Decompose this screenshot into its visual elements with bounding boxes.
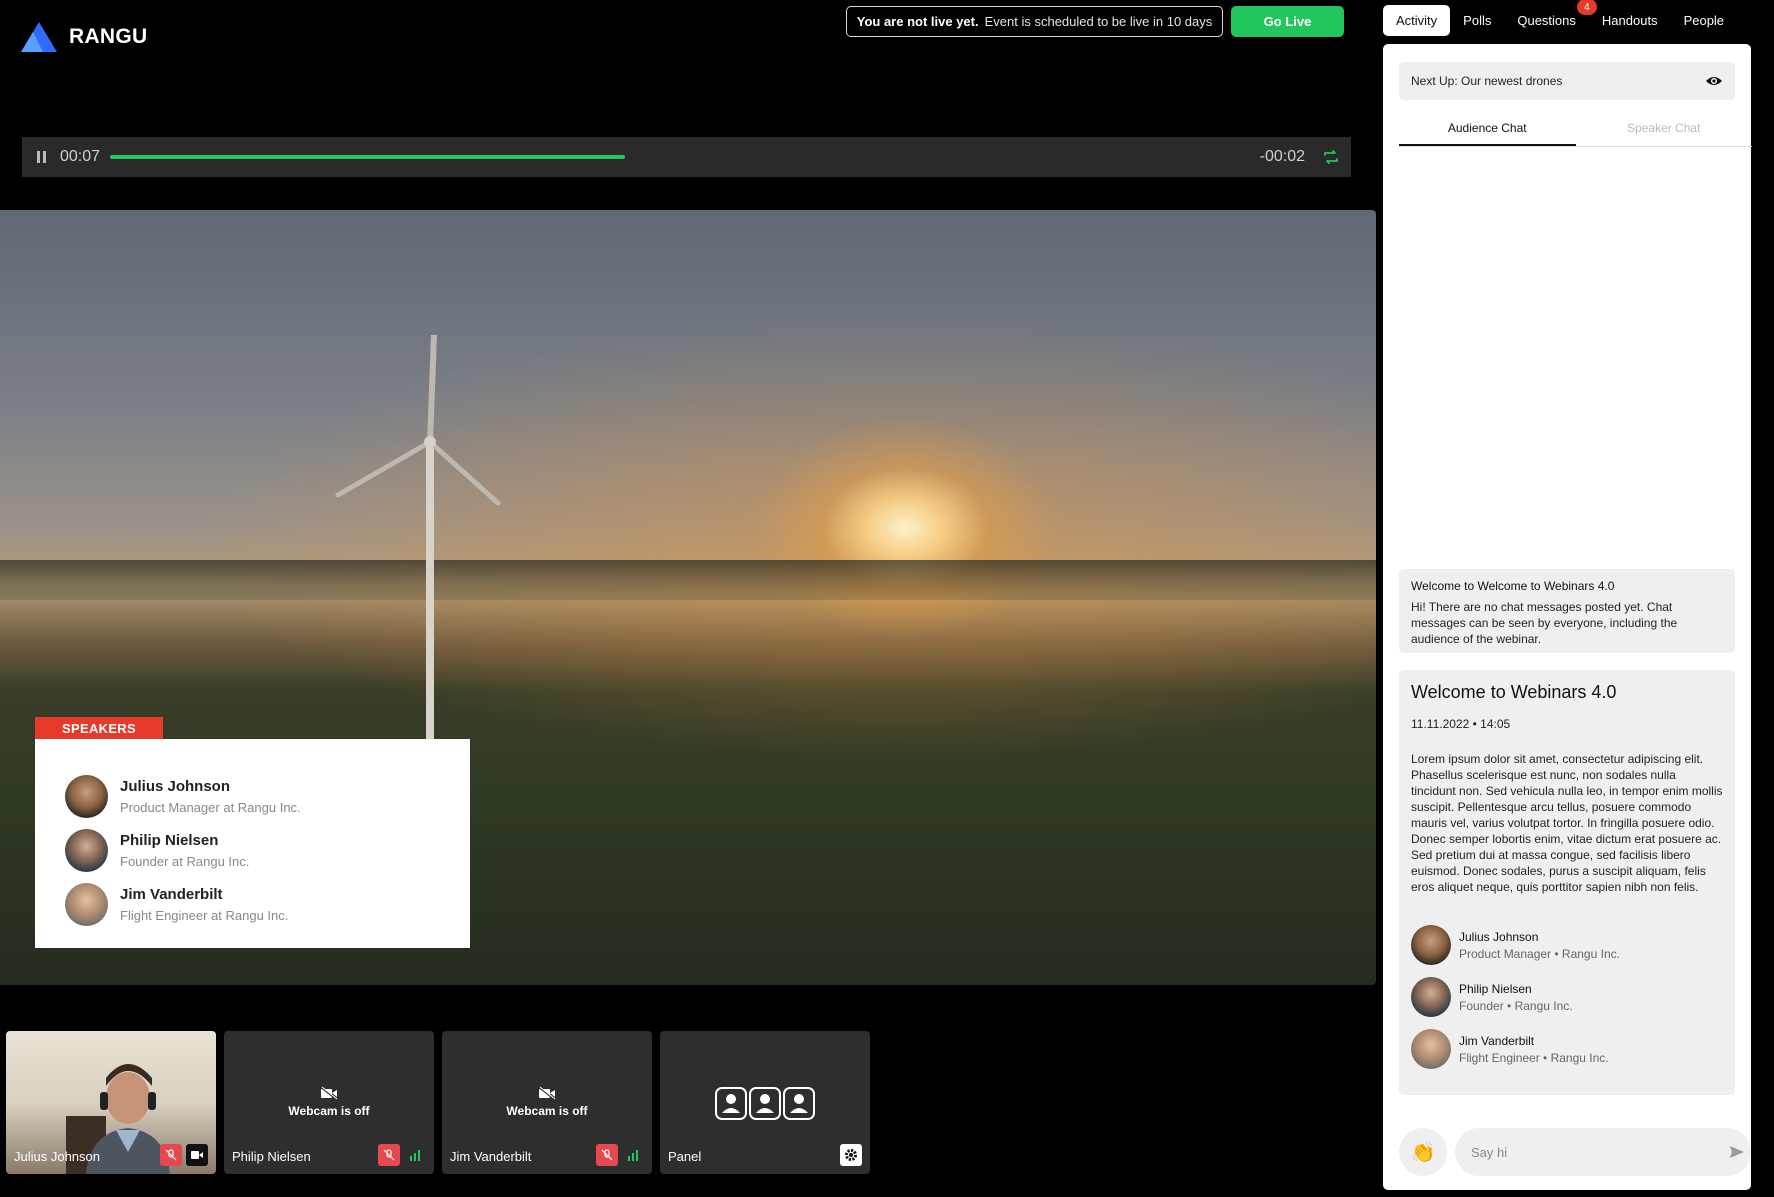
tab-polls[interactable]: Polls	[1450, 5, 1504, 36]
app-root: RANGU You are not live yet. Event is sch…	[0, 0, 1774, 1197]
speaker-name: Jim Vanderbilt	[1459, 1033, 1535, 1048]
chat-input[interactable]	[1455, 1128, 1751, 1176]
reaction-button[interactable]: 👏	[1399, 1128, 1447, 1176]
welcome-date: 11.11.2022 • 14:05	[1411, 717, 1511, 731]
progress-fill	[110, 155, 625, 159]
tile-name: Panel	[668, 1149, 702, 1164]
speaker-name: Philip Nielsen	[120, 831, 219, 849]
tile-name: Julius Johnson	[14, 1149, 100, 1164]
go-live-button[interactable]: Go Live	[1231, 6, 1344, 37]
avatar	[1411, 925, 1451, 965]
mic-off-icon[interactable]	[378, 1144, 400, 1166]
pause-icon[interactable]	[34, 150, 48, 164]
tab-handouts[interactable]: Handouts	[1589, 5, 1671, 36]
avatar	[65, 828, 108, 872]
mic-off-icon[interactable]	[160, 1144, 182, 1166]
welcome-speaker: Julius Johnson Product Manager • Rangu I…	[1411, 919, 1723, 971]
notice-body: Hi! There are no chat messages posted ye…	[1411, 600, 1678, 646]
tab-activity[interactable]: Activity	[1383, 5, 1451, 36]
speaker-role: Flight Engineer • Rangu Inc.	[1459, 1050, 1609, 1065]
participant-tile-philip[interactable]: Webcam is off Philip Nielsen	[224, 1031, 434, 1174]
chat-composer: 👏	[1399, 1128, 1751, 1176]
activity-tabs: Activity Polls Questions 4 Handouts Peop…	[1383, 0, 1737, 36]
webcam-off-label: Webcam is off	[224, 1086, 434, 1118]
participant-tile-jim[interactable]: Webcam is off Jim Vanderbilt	[442, 1031, 652, 1174]
tab-questions-label: Questions	[1517, 13, 1576, 28]
speaker-role: Product Manager • Rangu Inc.	[1459, 946, 1620, 961]
avatar	[1411, 1029, 1451, 1069]
tab-questions[interactable]: Questions 4	[1504, 0, 1597, 36]
brand-name: RANGU	[69, 25, 148, 48]
speaker-role: Founder • Rangu Inc.	[1459, 998, 1573, 1013]
tab-people[interactable]: People	[1671, 5, 1737, 36]
activity-panel: Next Up: Our newest drones Audience Chat…	[1383, 44, 1752, 1190]
player-bar: 00:07 -00:02	[22, 137, 1351, 177]
speakers-overlay: Julius Johnson Product Manager at Rangu …	[35, 739, 470, 948]
logo-icon	[21, 22, 57, 52]
avatar	[1411, 977, 1451, 1017]
video-horizon	[0, 560, 1376, 600]
tab-audience-chat[interactable]: Audience Chat	[1399, 121, 1576, 146]
loop-icon[interactable]	[1323, 149, 1339, 165]
current-time: 00:07	[60, 148, 101, 165]
webcam-off-text: Webcam is off	[506, 1104, 588, 1118]
gear-icon[interactable]	[840, 1144, 862, 1166]
participant-tile-julius[interactable]: Julius Johnson	[6, 1031, 216, 1174]
speaker-row: Philip Nielsen Founder at Rangu Inc.	[65, 823, 470, 877]
speaker-row: Jim Vanderbilt Flight Engineer at Rangu …	[65, 877, 470, 931]
panel-tile[interactable]: Panel	[660, 1031, 870, 1174]
live-status-message: Event is scheduled to be live in 10 days	[984, 14, 1213, 29]
send-icon[interactable]	[1729, 1144, 1745, 1160]
webcam-off-icon	[320, 1086, 338, 1100]
live-status-banner: You are not live yet. Event is scheduled…	[846, 6, 1223, 37]
welcome-card: Welcome to Webinars 4.0 11.11.2022 • 14:…	[1399, 670, 1735, 1095]
welcome-speaker: Philip Nielsen Founder • Rangu Inc.	[1411, 971, 1723, 1023]
chat-empty-notice: Welcome to Welcome to Webinars 4.0 Hi! T…	[1399, 569, 1735, 653]
welcome-body: Lorem ipsum dolor sit amet, consectetur …	[1411, 752, 1723, 894]
avatar	[65, 774, 108, 818]
tab-speaker-chat[interactable]: Speaker Chat	[1576, 121, 1753, 146]
speaker-role: Product Manager at Rangu Inc.	[120, 799, 301, 815]
eye-icon[interactable]	[1705, 75, 1723, 87]
tile-name: Philip Nielsen	[232, 1149, 311, 1164]
speaker-role: Founder at Rangu Inc.	[120, 853, 250, 869]
signal-icon	[622, 1144, 644, 1166]
webcam-off-label: Webcam is off	[442, 1086, 652, 1118]
speaker-name: Julius Johnson	[1459, 929, 1539, 944]
speaker-name: Jim Vanderbilt	[120, 885, 223, 903]
webcam-off-icon	[538, 1086, 556, 1100]
webcam-off-text: Webcam is off	[288, 1104, 370, 1118]
notice-title: Welcome to Welcome to Webinars 4.0	[1411, 579, 1615, 593]
mic-off-icon[interactable]	[596, 1144, 618, 1166]
speaker-name: Julius Johnson	[120, 777, 231, 795]
live-status-bold: You are not live yet.	[856, 14, 979, 29]
chat-tabs: Audience Chat Speaker Chat	[1399, 121, 1752, 147]
clap-icon: 👏	[1410, 1141, 1436, 1164]
tile-name: Jim Vanderbilt	[450, 1149, 532, 1164]
next-up-text: Next Up: Our newest drones	[1411, 74, 1563, 88]
progress-bar[interactable]	[110, 155, 940, 159]
remaining-time: -00:02	[1259, 148, 1305, 165]
speakers-tag: SPEAKERS	[35, 717, 163, 739]
camera-icon[interactable]	[186, 1144, 208, 1166]
next-up-bar: Next Up: Our newest drones	[1399, 62, 1735, 100]
brand-logo[interactable]: RANGU	[21, 22, 148, 52]
welcome-title: Welcome to Webinars 4.0	[1411, 682, 1617, 702]
speaker-name: Philip Nielsen	[1459, 981, 1532, 996]
speaker-role: Flight Engineer at Rangu Inc.	[120, 907, 289, 923]
welcome-speaker: Jim Vanderbilt Flight Engineer • Rangu I…	[1411, 1023, 1723, 1075]
avatar	[65, 882, 108, 926]
panel-people-icon	[715, 1087, 815, 1120]
speaker-row: Julius Johnson Product Manager at Rangu …	[65, 769, 470, 823]
signal-icon	[404, 1144, 426, 1166]
